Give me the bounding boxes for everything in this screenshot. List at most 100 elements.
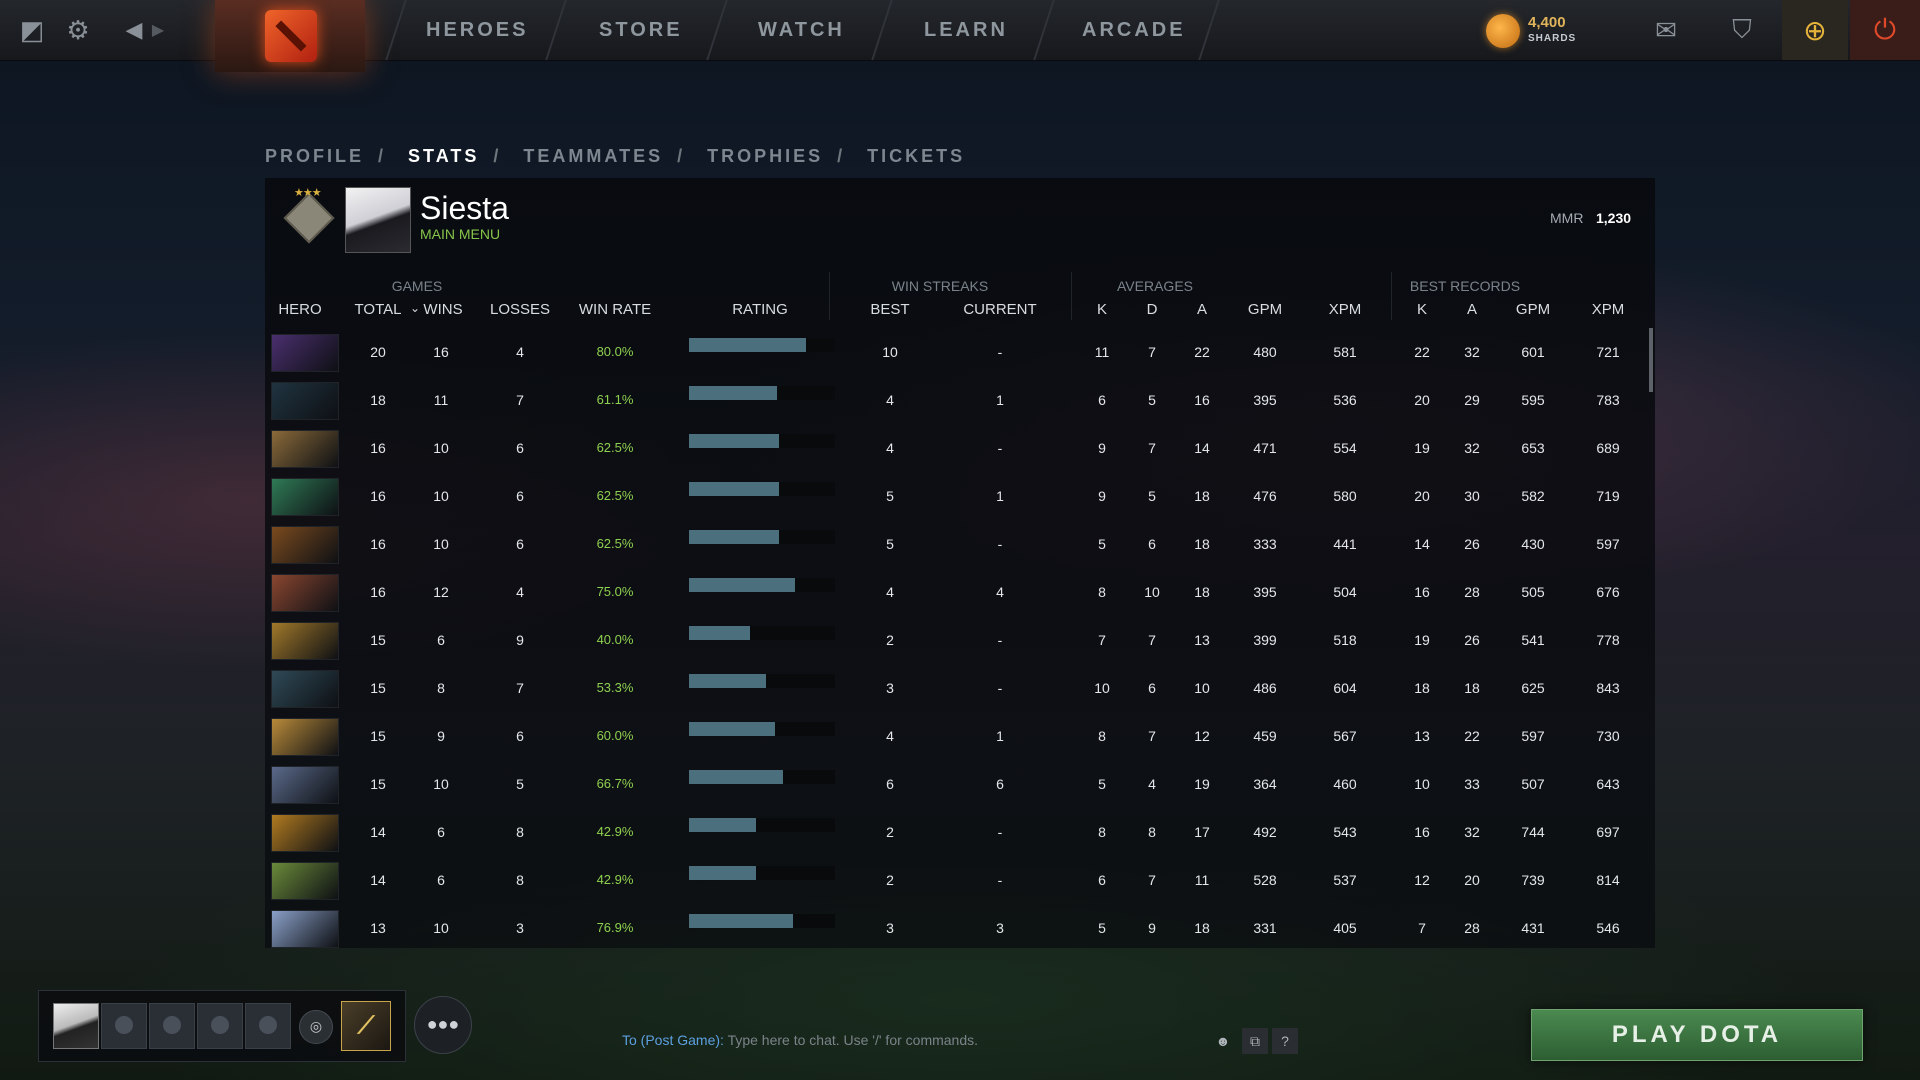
tab-profile[interactable]: PROFILE (265, 146, 364, 166)
tab-teammates[interactable]: TEAMMATES (523, 146, 663, 166)
cell-current: 6 (996, 776, 1004, 792)
table-row[interactable]: 13 10 3 76.9% 3 3 5 9 18 331 405 7 28 431 546 (265, 904, 1625, 952)
cell-win-rate: 42.9% (596, 872, 634, 887)
cell-current: - (997, 440, 1003, 456)
col-wins[interactable]: WINS (421, 301, 465, 318)
group-win-streaks-header: WIN STREAKS (891, 278, 989, 294)
player-name: Siesta (420, 190, 509, 226)
nav-heroes[interactable]: HEROES (426, 0, 528, 60)
cell-k: 9 (1098, 440, 1106, 456)
col-avg-assists[interactable]: A (1187, 301, 1217, 318)
col-best-kills[interactable]: K (1407, 301, 1437, 318)
cell-bxpm: 689 (1596, 440, 1620, 456)
hero-portrait[interactable] (271, 430, 339, 468)
play-dota-button[interactable]: PLAY DOTA (1531, 1009, 1863, 1061)
col-avg-gpm[interactable]: GPM (1240, 301, 1290, 318)
cell-k: 7 (1098, 632, 1106, 648)
dashboard-home-button[interactable] (215, 0, 365, 72)
col-avg-deaths[interactable]: D (1137, 301, 1167, 318)
hero-portrait[interactable] (271, 622, 339, 660)
cell-ba: 32 (1464, 344, 1480, 360)
armory-icon[interactable]: ⛉ (1714, 0, 1770, 60)
table-row[interactable]: 16 10 6 62.5% 5 - 5 6 18 333 441 14 26 430 597 (265, 520, 1625, 568)
hero-portrait[interactable] (271, 574, 339, 612)
nav-divider (871, 0, 893, 60)
hero-portrait[interactable] (271, 718, 339, 756)
table-row[interactable]: 20 16 4 80.0% 10 - 11 7 22 480 581 22 32 601 721 (265, 328, 1625, 376)
chat-settings-icon[interactable]: ⧉ (1242, 1028, 1268, 1054)
table-row[interactable]: 15 9 6 60.0% 4 1 8 7 12 459 567 13 22 597 730 (265, 712, 1625, 760)
avatar[interactable] (345, 187, 411, 253)
mail-icon[interactable]: ✉ (1640, 0, 1692, 60)
breadcrumb-separator: / (378, 146, 387, 166)
col-best-xpm[interactable]: XPM (1583, 301, 1633, 318)
plus-icon[interactable]: ⊕ (1782, 0, 1848, 60)
party-slot-self[interactable] (53, 1003, 99, 1049)
cell-bgpm: 653 (1521, 440, 1545, 456)
power-icon[interactable]: ⏻ (1850, 0, 1920, 60)
hero-portrait[interactable] (271, 862, 339, 900)
nav-learn[interactable]: LEARN (924, 0, 1008, 60)
table-row[interactable]: 16 12 4 75.0% 4 4 8 10 18 395 504 16 28 505 676 (265, 568, 1625, 616)
hero-portrait[interactable] (271, 382, 339, 420)
col-best-streak[interactable]: BEST (855, 301, 925, 318)
gear-icon[interactable]: ⚙ (56, 0, 100, 60)
cell-bk: 19 (1414, 440, 1430, 456)
table-row[interactable]: 15 10 5 66.7% 6 6 5 4 19 364 460 10 33 507 643 (265, 760, 1625, 808)
col-losses[interactable]: LOSSES (490, 301, 550, 318)
col-best-gpm[interactable]: GPM (1508, 301, 1558, 318)
cell-win-rate: 62.5% (596, 440, 634, 455)
groups-icon[interactable]: ●●● (414, 996, 472, 1054)
chat-channel-label[interactable]: To (Post Game): (622, 1032, 724, 1048)
forward-arrow-icon[interactable]: ▶ (146, 0, 170, 60)
col-total[interactable]: TOTAL (353, 301, 403, 318)
sort-chevron-down-icon[interactable]: ⌄ (408, 301, 422, 315)
rating-bar (689, 530, 779, 544)
hero-portrait[interactable] (271, 334, 339, 372)
cell-losses: 3 (516, 920, 524, 936)
col-best-assists[interactable]: A (1457, 301, 1487, 318)
table-row[interactable]: 15 6 9 40.0% 2 - 7 7 13 399 518 19 26 541 778 (265, 616, 1625, 664)
table-row[interactable]: 14 6 8 42.9% 2 - 8 8 17 492 543 16 32 744 697 (265, 808, 1625, 856)
table-row[interactable]: 14 6 8 42.9% 2 - 6 7 11 528 537 12 20 739 814 (265, 856, 1625, 904)
shards-icon[interactable] (1486, 14, 1520, 48)
table-row[interactable]: 18 11 7 61.1% 4 1 6 5 16 395 536 20 29 595 783 (265, 376, 1625, 424)
rating-bar (689, 578, 795, 592)
dota-small-logo-icon[interactable]: ◩ (10, 0, 54, 60)
cell-bk: 18 (1414, 680, 1430, 696)
hero-portrait[interactable] (271, 526, 339, 564)
cell-a: 10 (1194, 680, 1210, 696)
nav-watch[interactable]: WATCH (758, 0, 845, 60)
col-avg-xpm[interactable]: XPM (1320, 301, 1370, 318)
tab-trophies[interactable]: TROPHIES (707, 146, 823, 166)
hero-portrait[interactable] (271, 766, 339, 804)
hero-portrait[interactable] (271, 478, 339, 516)
party-slot-empty[interactable] (197, 1003, 243, 1049)
cell-current: - (997, 824, 1003, 840)
hero-portrait[interactable] (271, 910, 339, 948)
scrollbar[interactable] (1649, 328, 1653, 392)
nav-store[interactable]: STORE (599, 0, 683, 60)
help-icon[interactable]: ? (1272, 1028, 1298, 1054)
col-current-streak[interactable]: CURRENT (955, 301, 1045, 318)
party-slot-empty[interactable] (101, 1003, 147, 1049)
emoticon-icon[interactable]: ☻ (1210, 1028, 1236, 1054)
col-rating[interactable]: RATING (710, 301, 810, 318)
chat-input[interactable]: To (Post Game): Type here to chat. Use '… (622, 1032, 978, 1048)
hero-portrait[interactable] (271, 670, 339, 708)
table-row[interactable]: 15 8 7 53.3% 3 - 10 6 10 486 604 18 18 625 843 (265, 664, 1625, 712)
hero-portrait[interactable] (271, 814, 339, 852)
headset-icon[interactable]: ◎ (299, 1010, 333, 1044)
tab-tickets[interactable]: TICKETS (867, 146, 965, 166)
cell-current: 4 (996, 584, 1004, 600)
battle-pass-icon[interactable]: ⟋ (341, 1001, 391, 1051)
party-slot-empty[interactable] (149, 1003, 195, 1049)
col-avg-kills[interactable]: K (1087, 301, 1117, 318)
party-slot-empty[interactable] (245, 1003, 291, 1049)
table-row[interactable]: 16 10 6 62.5% 5 1 9 5 18 476 580 20 30 582 719 (265, 472, 1625, 520)
col-win-rate[interactable]: WIN RATE (575, 301, 655, 318)
nav-arcade[interactable]: ARCADE (1082, 0, 1186, 60)
cell-xpm: 543 (1333, 824, 1357, 840)
tab-stats[interactable]: STATS (408, 146, 479, 166)
table-row[interactable]: 16 10 6 62.5% 4 - 9 7 14 471 554 19 32 653 689 (265, 424, 1625, 472)
